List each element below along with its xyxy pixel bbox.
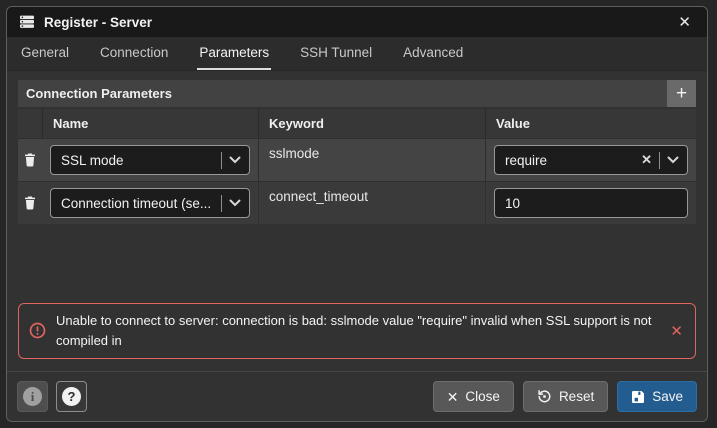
chevron-down-icon[interactable] (229, 156, 241, 164)
name-select[interactable]: SSL mode (50, 145, 250, 175)
save-button-label: Save (652, 389, 683, 404)
dialog-title: Register - Server (44, 15, 152, 30)
info-button[interactable]: i (17, 381, 48, 412)
tab-parameters[interactable]: Parameters (197, 37, 271, 70)
save-button[interactable]: Save (617, 381, 697, 412)
close-button-label: Close (465, 389, 500, 404)
close-button[interactable]: ✕ Close (433, 381, 514, 412)
save-icon (631, 390, 645, 404)
delete-row-button[interactable] (18, 139, 42, 181)
titlebar: Register - Server ✕ (7, 7, 707, 37)
error-alert: Unable to connect to server: connection … (18, 303, 696, 359)
name-select[interactable]: Connection timeout (se... (50, 188, 250, 218)
help-icon: ? (62, 387, 81, 406)
keyword-cell: sslmode (258, 139, 485, 181)
trash-icon (24, 196, 36, 210)
reset-button[interactable]: Reset (523, 381, 608, 412)
connection-parameters-header: Connection Parameters + (18, 80, 696, 107)
table-row-sslmode: SSL mode sslmode require ✕ (18, 138, 696, 181)
name-select-value: SSL mode (61, 153, 214, 168)
panel-title: Connection Parameters (18, 86, 172, 101)
name-cell: SSL mode (42, 139, 258, 181)
delete-row-button[interactable] (18, 182, 42, 224)
trash-icon (24, 153, 36, 167)
column-header-keyword: Keyword (258, 109, 485, 138)
name-select-value: Connection timeout (se... (61, 196, 214, 211)
dialog-close-icon[interactable]: ✕ (674, 13, 695, 32)
alert-close-icon[interactable]: ✕ (670, 322, 683, 340)
add-parameter-button[interactable]: + (667, 80, 696, 107)
footer: i ? ✕ Close Reset (7, 371, 707, 421)
table-row-connect-timeout: Connection timeout (se... connect_timeou… (18, 181, 696, 224)
server-icon (19, 15, 35, 29)
tab-general[interactable]: General (19, 37, 71, 70)
select-divider (659, 152, 660, 169)
error-message: Unable to connect to server: connection … (56, 311, 654, 351)
value-input[interactable] (505, 196, 679, 211)
reset-icon (537, 389, 552, 404)
tab-connection[interactable]: Connection (98, 37, 170, 70)
close-x-icon: ✕ (447, 390, 459, 404)
value-input-wrap (494, 188, 688, 218)
reset-button-label: Reset (559, 389, 594, 404)
select-divider (221, 152, 222, 169)
error-icon (29, 322, 46, 339)
info-icon: i (23, 387, 42, 406)
value-cell: require ✕ (485, 139, 696, 181)
value-cell (485, 182, 696, 224)
tab-advanced[interactable]: Advanced (401, 37, 465, 70)
column-header-name: Name (42, 109, 258, 138)
select-divider (221, 195, 222, 212)
chevron-down-icon[interactable] (667, 156, 679, 164)
help-button[interactable]: ? (56, 381, 87, 412)
grid-header-spacer (18, 109, 42, 138)
tab-bar: General Connection Parameters SSH Tunnel… (7, 37, 707, 71)
clear-value-icon[interactable]: ✕ (641, 152, 652, 168)
chevron-down-icon[interactable] (229, 199, 241, 207)
tab-ssh-tunnel[interactable]: SSH Tunnel (298, 37, 374, 70)
parameters-grid: Name Keyword Value SSL mode (18, 109, 696, 224)
value-select[interactable]: require ✕ (494, 145, 688, 175)
parameters-panel: Connection Parameters + Name Keyword Val… (7, 71, 707, 371)
name-cell: Connection timeout (se... (42, 182, 258, 224)
keyword-cell: connect_timeout (258, 182, 485, 224)
column-header-value: Value (485, 109, 696, 138)
value-select-value: require (505, 153, 641, 168)
grid-header-row: Name Keyword Value (18, 109, 696, 138)
register-server-dialog: Register - Server ✕ General Connection P… (6, 6, 708, 422)
